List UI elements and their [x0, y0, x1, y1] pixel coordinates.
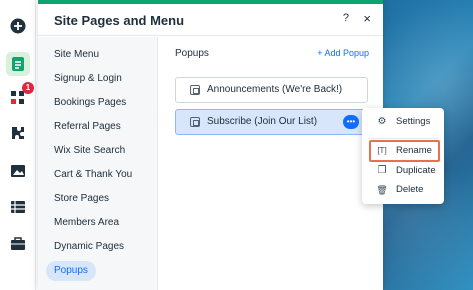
- menu-item-rename[interactable]: [T] Rename: [362, 141, 444, 161]
- menu-item-label: Delete: [396, 184, 424, 195]
- notification-badge: 1: [22, 82, 34, 94]
- nav-item-members-area[interactable]: Members Area: [46, 213, 127, 233]
- popup-row-announcements[interactable]: Announcements (We're Back!): [175, 77, 368, 103]
- popup-icon: [190, 117, 200, 127]
- menu-item-delete[interactable]: 🗑 Delete: [362, 180, 444, 200]
- table-icon[interactable]: [6, 195, 30, 219]
- popup-row-label: Announcements (We're Back!): [207, 84, 343, 95]
- help-button[interactable]: ?: [343, 12, 349, 24]
- trash-icon: 🗑: [376, 185, 388, 195]
- menu-item-label: Rename: [396, 145, 432, 156]
- nav-item-site-search[interactable]: Wix Site Search: [46, 141, 133, 161]
- nav-item-cart-thank-you[interactable]: Cart & Thank You: [46, 165, 140, 185]
- popup-row-label: Subscribe (Join Our List): [207, 116, 318, 127]
- rename-icon: [T]: [377, 146, 387, 155]
- nav-item-popups[interactable]: Popups: [46, 261, 96, 281]
- add-popup-button[interactable]: + Add Popup: [317, 48, 369, 58]
- section-title: Popups: [175, 48, 209, 59]
- duplicate-icon: ❐: [377, 165, 387, 176]
- panel-nav: Site Menu Signup & Login Bookings Pages …: [38, 37, 158, 290]
- add-icon[interactable]: [6, 14, 30, 38]
- nav-item-referral-pages[interactable]: Referral Pages: [46, 117, 129, 137]
- menu-item-label: Duplicate: [396, 165, 436, 176]
- popups-content: Popups + Add Popup Announcements (We're …: [159, 37, 383, 290]
- site-pages-panel: Site Pages and Menu ? × Site Menu Signup…: [38, 0, 383, 290]
- popup-row-subscribe[interactable]: Subscribe (Join Our List) •••: [175, 109, 368, 135]
- menu-item-label: Settings: [396, 116, 431, 127]
- panel-header: Site Pages and Menu ? ×: [38, 4, 383, 36]
- media-icon[interactable]: [6, 159, 30, 183]
- menu-item-settings[interactable]: ⚙ Settings: [362, 112, 444, 132]
- left-toolbar: 1: [0, 0, 36, 290]
- pages-icon[interactable]: [6, 52, 30, 76]
- menu-item-duplicate[interactable]: ❐ Duplicate: [362, 161, 444, 181]
- gear-icon: ⚙: [377, 116, 387, 127]
- nav-item-signup-login[interactable]: Signup & Login: [46, 69, 130, 89]
- menu-divider: [368, 138, 438, 139]
- nav-item-store-pages[interactable]: Store Pages: [46, 189, 117, 209]
- more-actions-button[interactable]: •••: [343, 115, 359, 129]
- popup-icon: [190, 85, 200, 95]
- panel-title: Site Pages and Menu: [54, 13, 185, 28]
- nav-item-bookings-pages[interactable]: Bookings Pages: [46, 93, 134, 113]
- nav-item-site-menu[interactable]: Site Menu: [46, 45, 107, 65]
- briefcase-icon[interactable]: [6, 232, 30, 256]
- puzzle-icon[interactable]: [6, 121, 30, 145]
- context-menu: ⚙ Settings [T] Rename ❐ Duplicate 🗑 Dele…: [362, 108, 444, 204]
- nav-item-dynamic-pages[interactable]: Dynamic Pages: [46, 237, 132, 257]
- close-button[interactable]: ×: [363, 11, 371, 26]
